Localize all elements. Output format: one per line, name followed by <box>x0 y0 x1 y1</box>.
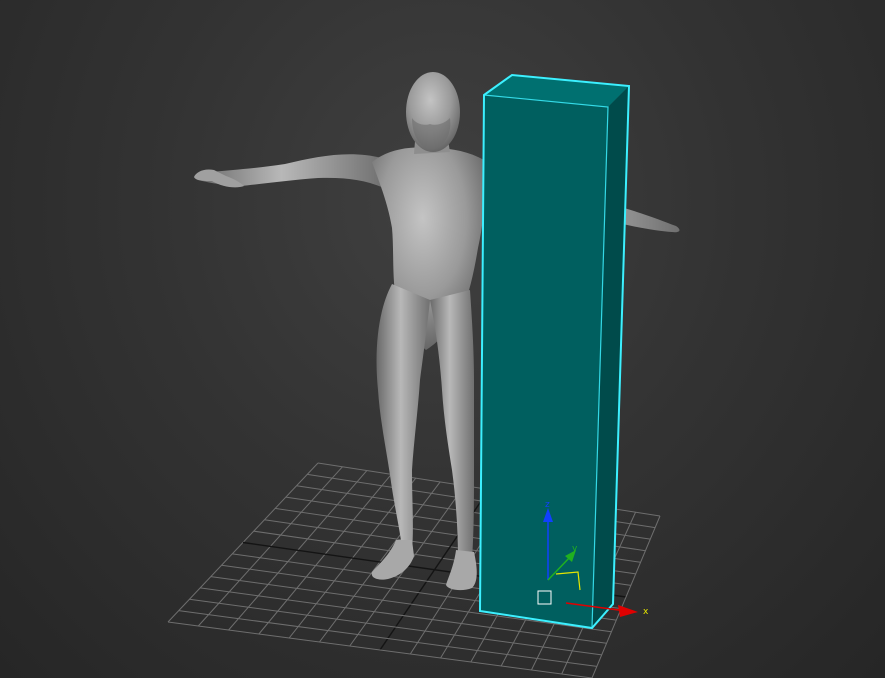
figure-foot-left <box>371 540 414 580</box>
gizmo-label-x: x <box>643 607 649 617</box>
box-front-face[interactable] <box>480 95 608 628</box>
grid-line-width-14 <box>167 621 593 678</box>
figure-leg-left <box>376 284 430 550</box>
perspective-viewport[interactable]: z y x <box>0 0 885 678</box>
selected-box-object[interactable] <box>478 73 631 630</box>
viewport-scene[interactable]: z y x <box>0 0 885 678</box>
figure-foot-right <box>446 550 477 591</box>
gizmo-label-y: y <box>572 544 578 554</box>
gizmo-label-z: z <box>545 500 550 510</box>
gizmo-arrow-x[interactable] <box>618 605 638 617</box>
